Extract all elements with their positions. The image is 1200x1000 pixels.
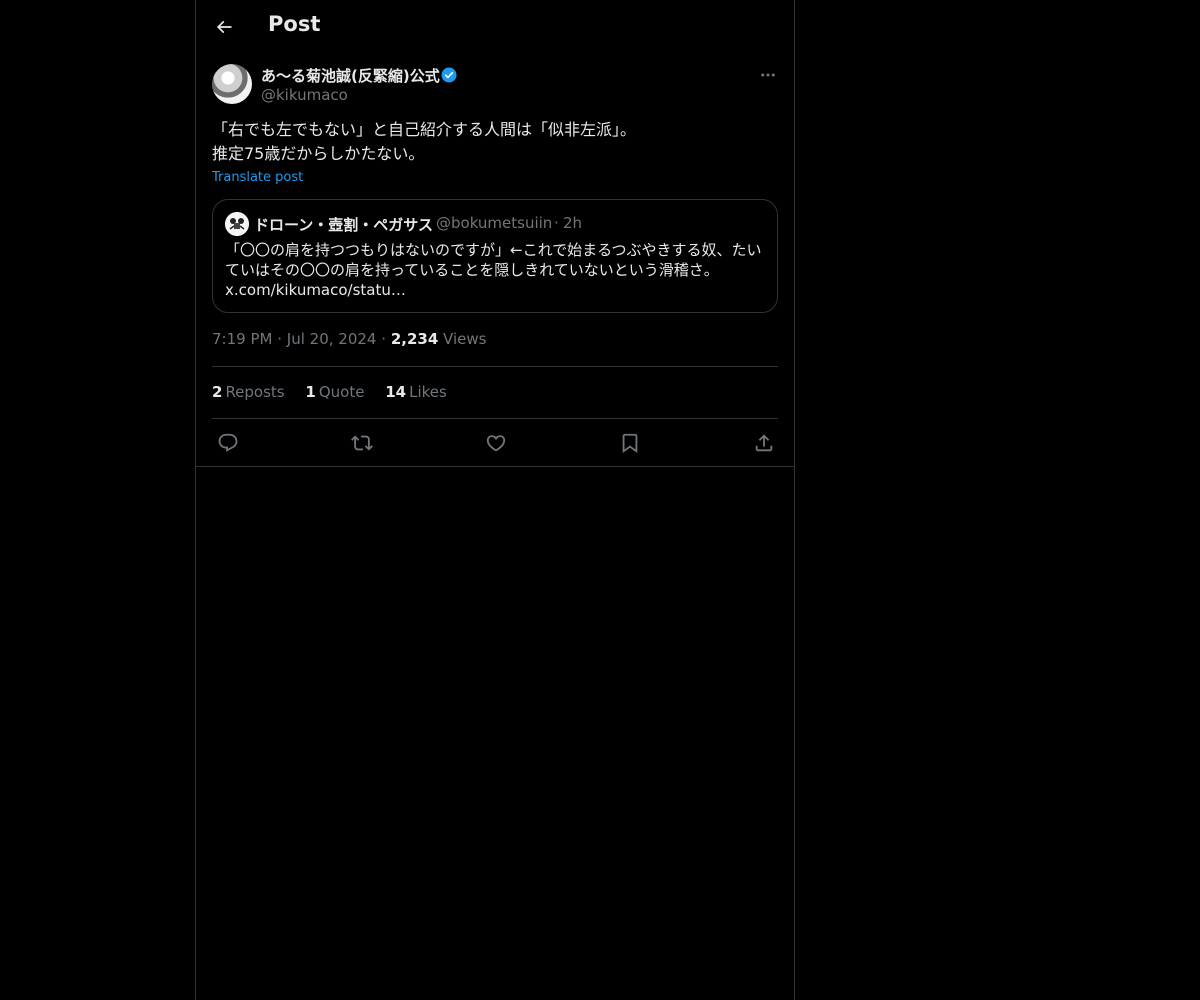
author-name[interactable]: あ～る菊池誠(反緊縮)公式	[261, 65, 440, 86]
verified-badge-icon	[441, 67, 457, 83]
action-bar	[196, 420, 794, 466]
more-icon	[761, 73, 775, 77]
repost-icon	[351, 435, 373, 451]
main-column: Post あ～る菊池誠(反緊縮)公式 @kikumaco 「右でも左でもない」と…	[195, 0, 795, 1000]
post-time[interactable]: 7:19 PM	[212, 330, 272, 348]
quoted-post-card[interactable]: ドローン・壺割・ペガサス @bokumetsuiin · 2h 「〇〇の肩を持つ…	[212, 199, 778, 313]
post-date[interactable]: Jul 20, 2024	[287, 330, 377, 348]
divider	[212, 418, 778, 419]
more-options-button[interactable]	[756, 64, 780, 86]
quotes-label: Quote	[318, 383, 365, 401]
like-button[interactable]	[483, 430, 509, 456]
likes-stat[interactable]: 14 Likes	[385, 383, 447, 401]
quote-timestamp: 2h	[563, 214, 583, 232]
quote-avatar	[225, 212, 249, 236]
views-label: Views	[443, 330, 487, 348]
likes-label: Likes	[409, 383, 447, 401]
bookmark-icon	[622, 433, 638, 454]
reposts-stat[interactable]: 2 Reposts	[212, 383, 285, 401]
post-text-line: 推定75歳だからしかたない。	[212, 144, 425, 163]
page-title: Post	[268, 12, 321, 36]
quotes-count: 1	[305, 383, 316, 401]
back-button[interactable]	[210, 13, 238, 41]
likes-count: 14	[385, 383, 407, 401]
meta-separator: ·	[277, 330, 283, 348]
reposts-count: 2	[212, 383, 223, 401]
back-arrow-icon	[216, 20, 232, 34]
share-button[interactable]	[751, 430, 777, 456]
translate-post-link[interactable]: Translate post	[212, 170, 303, 185]
divider	[196, 466, 794, 467]
post-text-line: 「右でも左でもない」と自己紹介する人間は「似非左派」。	[212, 120, 637, 139]
bookmark-button[interactable]	[617, 430, 643, 456]
top-bar: Post	[196, 0, 794, 54]
reply-icon	[218, 433, 238, 452]
reply-button[interactable]	[215, 430, 241, 456]
share-icon	[755, 434, 773, 452]
views-count: 2,234	[390, 330, 439, 348]
meta-separator: ·	[381, 330, 387, 348]
repost-button[interactable]	[349, 430, 375, 456]
quotes-stat[interactable]: 1 Quote	[305, 383, 364, 401]
quote-text: 「〇〇の肩を持つつもりはないのですが」←これで始まるつぶやきする奴、たいていはそ…	[225, 240, 769, 300]
quote-author-handle: @bokumetsuiin	[436, 214, 553, 232]
like-icon	[486, 435, 506, 452]
reposts-label: Reposts	[225, 383, 285, 401]
post-text: 「右でも左でもない」と自己紹介する人間は「似非左派」。 推定75歳だからしかたな…	[212, 118, 772, 166]
author-handle[interactable]: @kikumaco	[261, 86, 348, 104]
quote-author-name: ドローン・壺割・ペガサス	[254, 216, 433, 234]
quote-body: 「〇〇の肩を持つつもりはないのですが」←これで始まるつぶやきする奴、たいていはそ…	[225, 241, 762, 279]
quote-separator: ·	[554, 214, 559, 232]
post-meta: 7:19 PM · Jul 20, 2024 · 2,234 Views	[212, 330, 486, 348]
engagement-stats: 2 Reposts 1 Quote 14 Likes	[212, 383, 463, 401]
quote-link: x.com/kikumaco/statu…	[225, 281, 406, 299]
divider	[212, 366, 778, 367]
author-avatar[interactable]	[212, 64, 252, 104]
